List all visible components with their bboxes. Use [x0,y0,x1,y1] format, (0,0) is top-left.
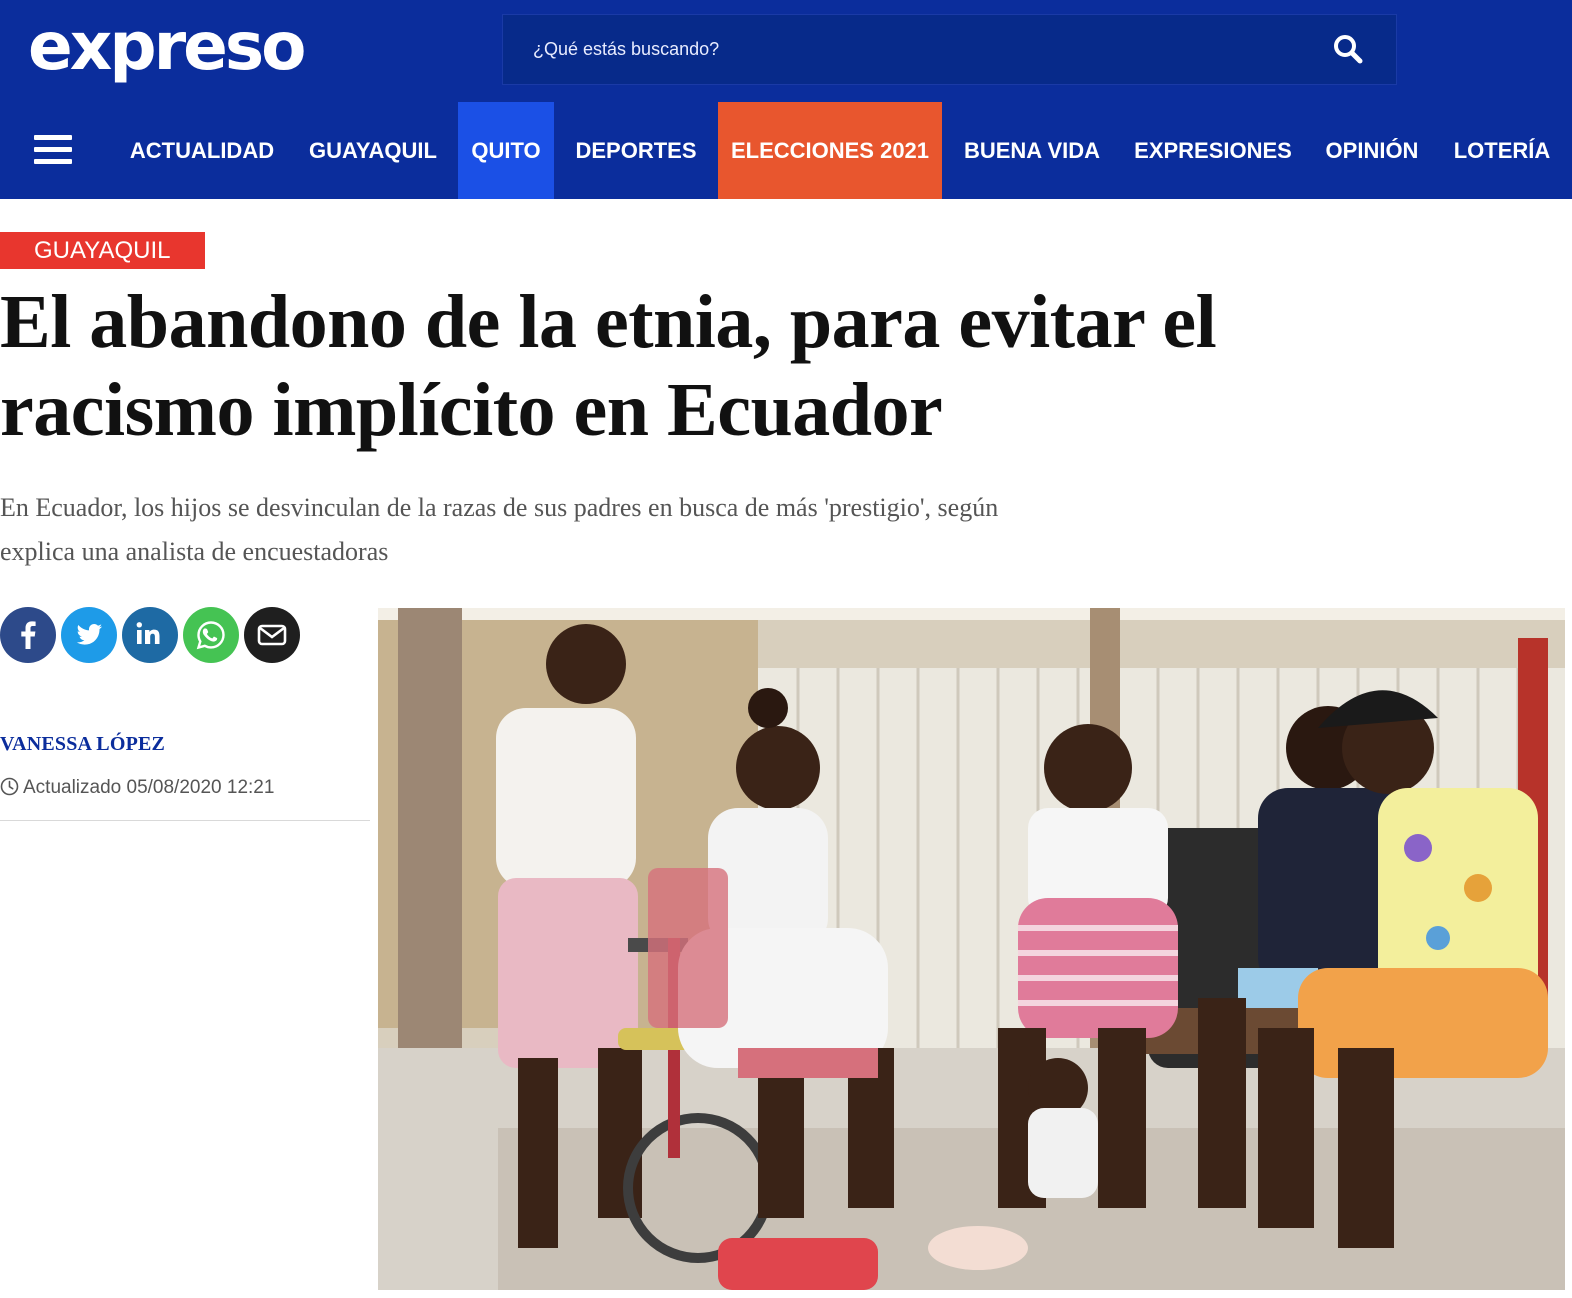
linkedin-icon [136,622,160,644]
article-subtitle: En Ecuador, los hijos se desvinculan de … [0,486,1200,574]
nav-elecciones-2021[interactable]: ELECCIONES 2021 [718,102,942,199]
expreso-logo[interactable]: expreso [28,14,307,80]
search-input[interactable] [503,15,1303,84]
article-photo-illustration [378,608,1565,1290]
search-bar [502,14,1397,85]
updated-timestamp: Actualizado 05/08/2020 12:21 [0,777,274,802]
menu-icon[interactable] [34,135,72,167]
subtitle-line-2: explica una analista de encuestadoras [0,537,389,566]
nav-expresiones[interactable]: EXPRESIONES [1122,102,1304,199]
author-link[interactable]: VANESSA LÓPEZ [0,733,165,756]
updated-text: Actualizado 05/08/2020 12:21 [23,777,275,798]
whatsapp-share-button[interactable] [183,607,239,663]
nav-loteria[interactable]: LOTERÍA [1440,102,1564,199]
nav-buena-vida[interactable]: BUENA VIDA [950,102,1114,199]
email-icon [257,624,287,646]
nav-deportes[interactable]: DEPORTES [562,102,710,199]
article-photo[interactable] [378,608,1565,1290]
twitter-icon [76,624,102,645]
email-share-button[interactable] [244,607,300,663]
nav-opinion[interactable]: OPINIÓN [1312,102,1432,199]
top-header: expreso [0,0,1572,102]
subtitle-line-1: En Ecuador, los hijos se desvinculan de … [0,493,999,522]
clock-icon [0,777,19,802]
whatsapp-icon [196,621,225,650]
facebook-share-button[interactable] [0,607,56,663]
nav-actualidad[interactable]: ACTUALIDAD [116,102,288,199]
divider [0,820,370,821]
linkedin-share-button[interactable] [122,607,178,663]
title-line-2: racismo implícito en Ecuador [0,368,943,452]
nav-guayaquil[interactable]: GUAYAQUIL [296,102,450,199]
facebook-icon [21,621,36,649]
search-icon[interactable] [1332,33,1366,67]
section-tag[interactable]: GUAYAQUIL [0,232,205,269]
nav-quito[interactable]: QUITO [458,102,554,199]
title-line-1: El abandono de la etnia, para evitar el [0,280,1217,364]
twitter-share-button[interactable] [61,607,117,663]
article-title: El abandono de la etnia, para evitar el … [0,278,1440,454]
main-navigation: ACTUALIDAD GUAYAQUIL QUITO DEPORTES ELEC… [0,102,1572,199]
